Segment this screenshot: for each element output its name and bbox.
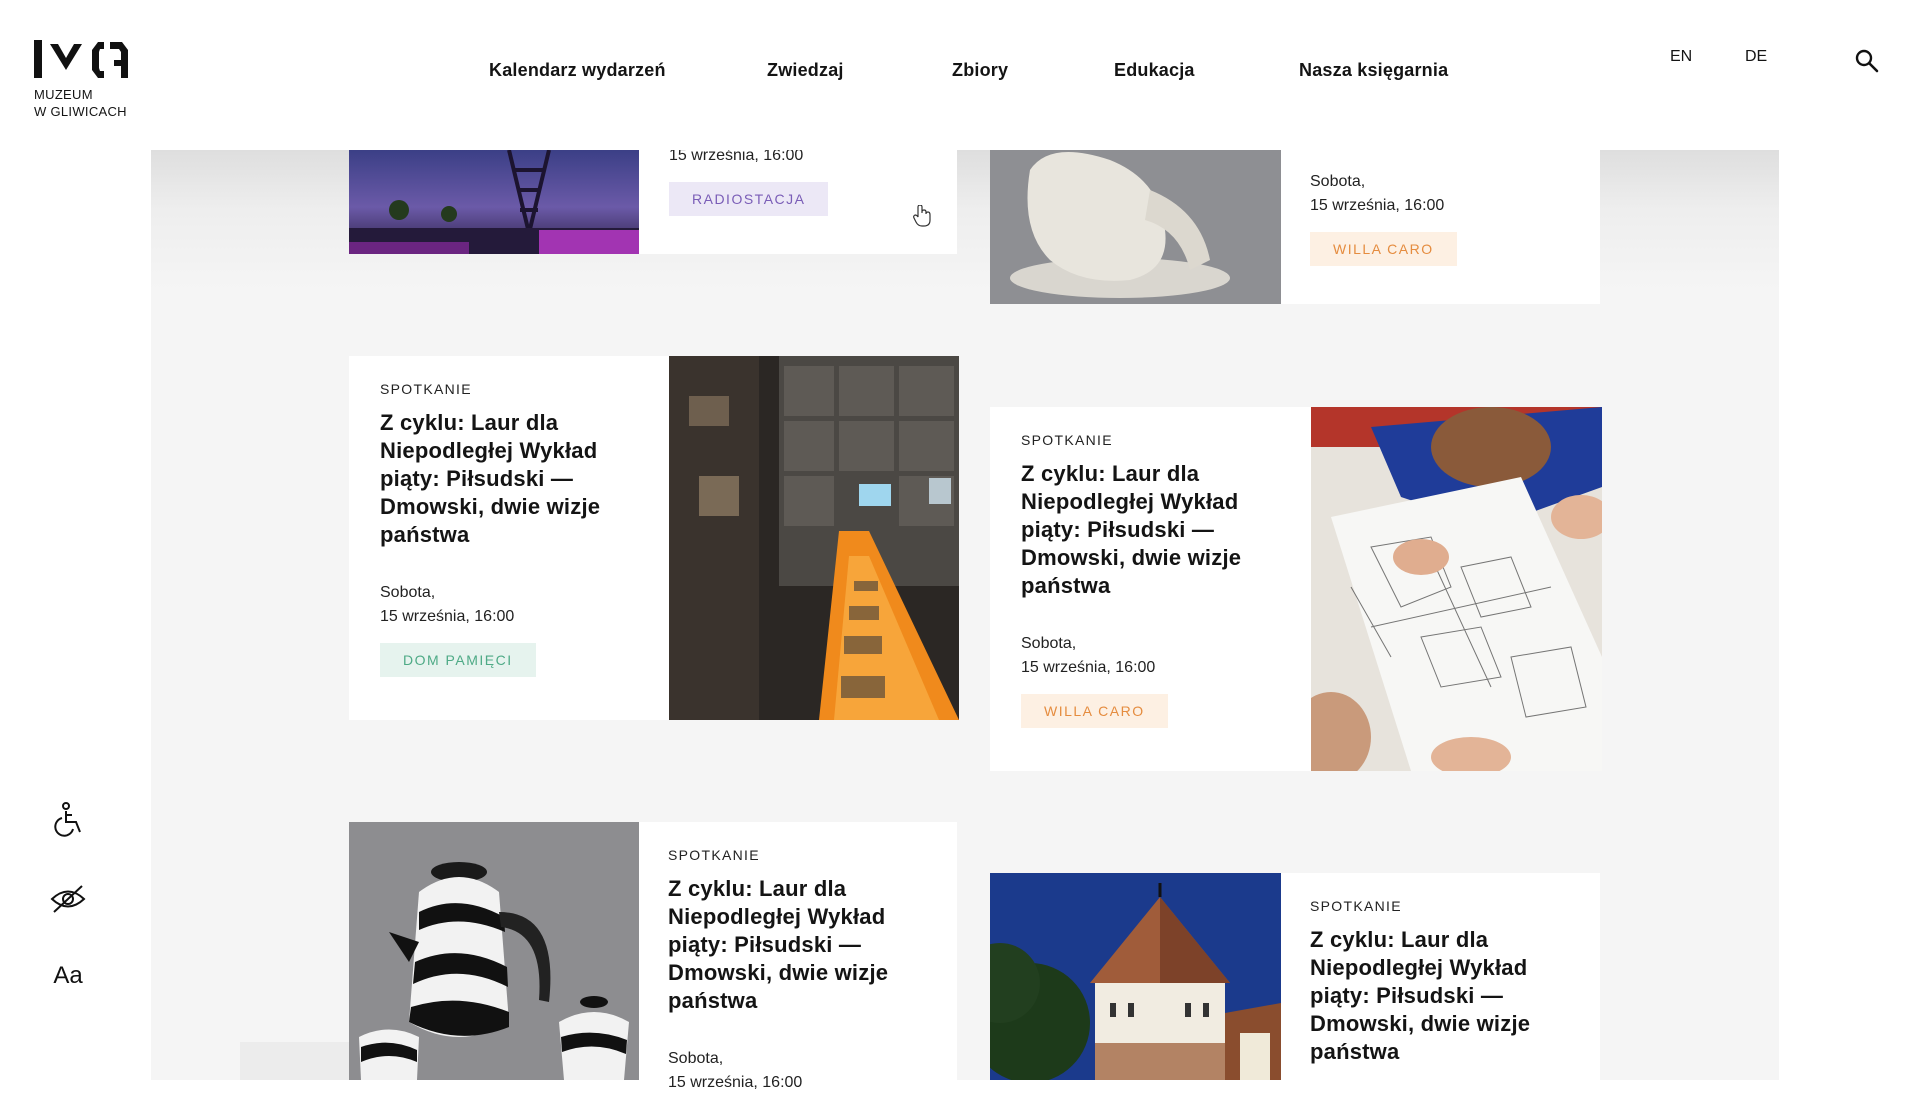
card-date: Sobota, 15 września, 16:00 [1021,632,1279,680]
site-header: MUZEUM W GLIWICACH Kalendarz wydarzeń Zw… [0,0,1920,150]
logo-text-line1: MUZEUM [34,87,93,102]
card-tag-radiostacja[interactable]: RADIOSTACJA [669,182,829,216]
nav-item-kalendarz[interactable]: Kalendarz wydarzeń [489,60,666,81]
card-category: SPOTKANIE [668,847,760,863]
event-card[interactable]: SPOTKANIE Z cyklu: Laur dla Niepodległej… [349,356,959,720]
eye-slash-icon [50,885,86,913]
card-image-radio-tower [349,150,639,254]
card-tag-willa-caro[interactable]: WILLA CARO [1310,232,1457,266]
accessibility-contrast-button[interactable] [48,879,88,919]
card-text: SPOTKANIE Z cyklu: Laur dla Niepodległej… [668,847,926,1095]
card-text: SPOTKANIE Z cyklu: Laur dla Niepodległej… [1021,432,1279,728]
card-date: Sobota, 15 września, 16:00 [1310,170,1590,218]
card-tag-willa-caro[interactable]: WILLA CARO [1021,694,1168,728]
event-card[interactable]: Sobota, 15 września, 16:00 WILLA CARO [990,150,1600,304]
logo-text-line2: W GLIWICACH [34,104,127,119]
card-image-sculpture [990,150,1281,304]
card-tag-dom-pamieci[interactable]: DOM PAMIĘCI [380,643,536,677]
accessibility-font-size-button[interactable]: Aa [48,956,88,996]
nav-item-zbiory[interactable]: Zbiory [952,60,1008,81]
card-category: SPOTKANIE [1310,898,1402,914]
lang-en-link[interactable]: EN [1670,48,1692,66]
card-text: SPOTKANIE Z cyklu: Laur dla Niepodległej… [380,381,638,677]
card-image-castle [990,873,1281,1080]
event-card[interactable]: 15 września, 16:00 RADIOSTACJA [349,147,957,254]
card-date-time: 15 września, 16:00 [1021,659,1156,676]
lang-de-link[interactable]: DE [1745,48,1767,66]
event-card[interactable]: SPOTKANIE Z cyklu: Laur dla Niepodległej… [990,407,1602,771]
card-date-day: Sobota, [380,584,436,601]
card-text: 15 września, 16:00 RADIOSTACJA [669,144,949,216]
search-icon [1855,49,1879,73]
card-date-day: Sobota, [1310,173,1366,190]
wheelchair-icon [54,802,81,837]
event-card[interactable]: SPOTKANIE Z cyklu: Laur dla Niepodległej… [349,822,957,1091]
card-text: Sobota, 15 września, 16:00 WILLA CARO [1310,170,1590,266]
card-image-child-drawing [1311,407,1602,771]
nav-item-ksiegarnia[interactable]: Nasza księgarnia [1299,60,1448,81]
card-title[interactable]: Z cyklu: Laur dla Niepodległej Wykład pi… [668,875,926,1015]
font-size-label: Aa [53,962,83,989]
card-date-time: 15 września, 16:00 [1310,197,1445,214]
card-date: Sobota, 15 września, 16:00 [668,1047,926,1095]
nav-item-edukacja[interactable]: Edukacja [1114,60,1195,81]
museum-logo[interactable]: MUZEUM W GLIWICACH [34,38,144,120]
card-category: SPOTKANIE [380,381,472,397]
card-image-teapot [349,822,639,1080]
search-button[interactable] [1854,48,1880,74]
accessibility-wheelchair-button[interactable] [48,800,88,840]
logo-mark-icon [34,40,128,78]
event-card[interactable]: SPOTKANIE Z cyklu: Laur dla Niepodległej… [990,873,1600,1080]
card-image-exhibition [669,356,959,720]
card-date-day: Sobota, [668,1050,724,1067]
card-date: Sobota, 15 września, 16:00 [380,581,638,629]
card-title[interactable]: Z cyklu: Laur dla Niepodległej Wykład pi… [380,409,638,549]
card-date-day: Sobota, [1021,635,1077,652]
card-text: SPOTKANIE Z cyklu: Laur dla Niepodległej… [1310,898,1568,1066]
nav-item-zwiedzaj[interactable]: Zwiedzaj [767,60,844,81]
card-date-time: 15 września, 16:00 [668,1074,803,1091]
card-date-time: 15 września, 16:00 [380,608,515,625]
hand-cursor-icon [913,205,931,227]
logo-text: MUZEUM W GLIWICACH [34,86,144,120]
card-title[interactable]: Z cyklu: Laur dla Niepodległej Wykład pi… [1310,926,1568,1066]
card-title[interactable]: Z cyklu: Laur dla Niepodległej Wykład pi… [1021,460,1279,600]
card-category: SPOTKANIE [1021,432,1113,448]
